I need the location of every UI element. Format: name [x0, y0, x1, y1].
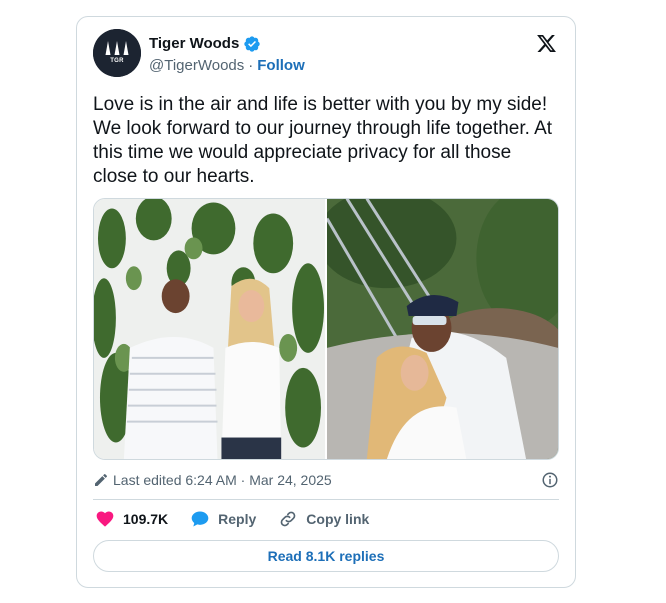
follow-link[interactable]: Follow	[257, 56, 305, 76]
x-logo-icon[interactable]	[536, 33, 557, 54]
read-replies-button[interactable]: Read 8.1K replies	[93, 540, 559, 572]
verified-badge-icon	[244, 36, 260, 52]
avatar-label: TGR	[110, 58, 124, 64]
like-button[interactable]: 109.7K	[95, 509, 168, 529]
link-icon	[280, 511, 296, 527]
author-handle-row: @TigerWoods · Follow	[149, 56, 305, 76]
separator-dot: ·	[248, 57, 254, 74]
photo-couple-ivy-wall-image	[94, 199, 325, 459]
reply-label: Reply	[218, 511, 257, 527]
photo-couple-ivy-wall[interactable]	[94, 199, 325, 459]
avatar[interactable]: TGR	[93, 29, 141, 77]
info-icon[interactable]	[541, 471, 559, 489]
tgr-logo-icon	[93, 29, 141, 77]
photo-couple-hammock[interactable]	[327, 199, 558, 459]
pencil-icon	[95, 473, 108, 486]
edited-timestamp-row: Last edited 6:24 AM · Mar 24, 2025	[93, 469, 559, 491]
reply-bubble-icon	[191, 511, 209, 527]
reply-button[interactable]: Reply	[190, 509, 256, 529]
tweet-actions: 109.7K Reply Copy link	[95, 508, 391, 530]
edited-timestamp[interactable]: Last edited 6:24 AM · Mar 24, 2025	[113, 472, 332, 488]
tweet-text: Love is in the air and life is better wi…	[93, 94, 553, 187]
author-name[interactable]: Tiger Woods	[149, 34, 239, 54]
photo-couple-hammock-image	[327, 199, 558, 459]
like-count: 109.7K	[123, 511, 169, 527]
heart-icon	[96, 511, 114, 527]
tweet-embed-card: TGR Tiger Woods @TigerWoods · Follow Lov…	[76, 16, 576, 588]
author-handle[interactable]: @TigerWoods	[149, 56, 244, 76]
copy-link-label: Copy link	[306, 511, 370, 527]
tweet-media	[93, 198, 559, 460]
copy-link-button[interactable]: Copy link	[278, 509, 369, 529]
divider	[93, 499, 559, 500]
author-name-row: Tiger Woods	[149, 34, 261, 54]
